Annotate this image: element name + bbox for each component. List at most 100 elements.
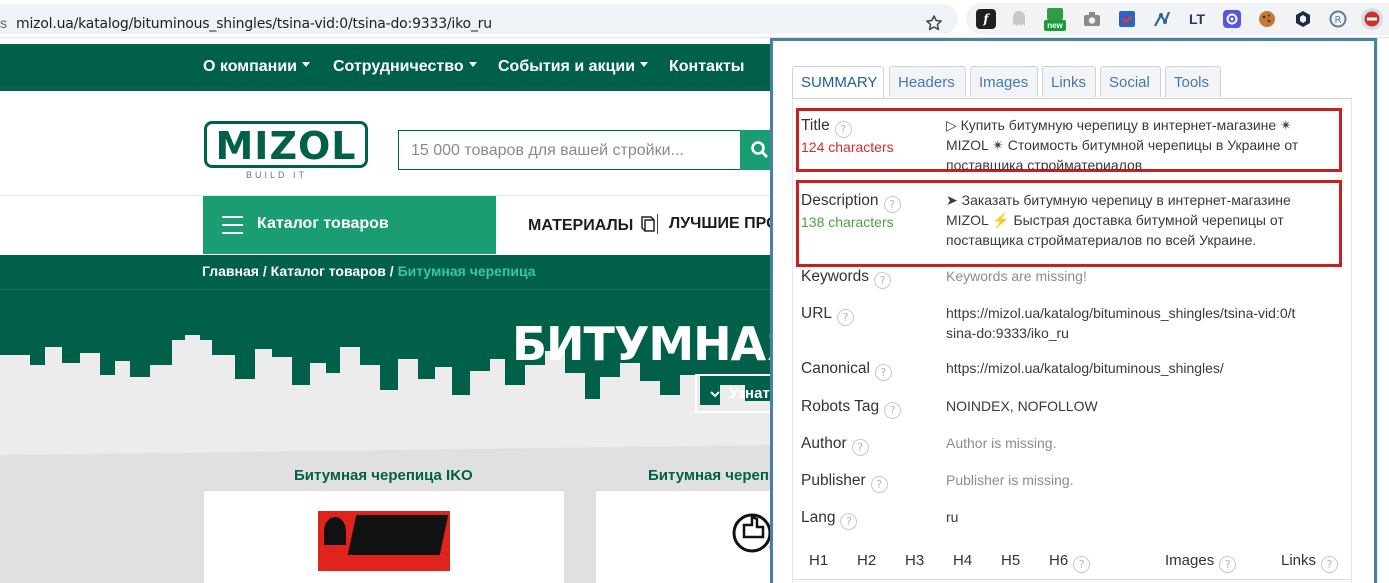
lang-value: ru xyxy=(946,509,959,525)
r-icon[interactable]: R xyxy=(1328,9,1348,29)
publisher-label: Publisher? xyxy=(801,472,888,493)
heading-h3: H3 xyxy=(905,552,925,569)
card-title-iko[interactable]: Битумная черепица IKO xyxy=(294,467,473,484)
hero-banner: Главная / Каталог товаров / Битумная чер… xyxy=(0,255,775,583)
breadcrumb-divider xyxy=(0,289,775,290)
search-input[interactable]: 15 000 товаров для вашей стройки... xyxy=(398,130,740,170)
cookie-icon[interactable] xyxy=(1257,9,1277,29)
help-icon[interactable]: ? xyxy=(870,476,888,493)
card-title-second[interactable]: Битумная черепица xyxy=(648,467,775,484)
tab-headers[interactable]: Headers xyxy=(889,66,966,97)
seo-ext-icon[interactable] xyxy=(1360,7,1384,31)
help-icon[interactable]: ? xyxy=(851,439,869,456)
svg-text:R: R xyxy=(1335,15,1342,26)
heading-h5: H5 xyxy=(1001,552,1021,569)
site-logo[interactable]: MIZOL xyxy=(204,121,368,168)
ghost-icon[interactable] xyxy=(1009,9,1029,29)
help-icon[interactable]: ? xyxy=(1321,556,1339,573)
publisher-value: Publisher is missing. xyxy=(946,472,1074,488)
breadcrumb-home[interactable]: Главная xyxy=(202,263,259,279)
nav-about[interactable]: О компании xyxy=(203,58,310,76)
product-card-second[interactable] xyxy=(595,490,775,583)
images-count-label: Images? xyxy=(1165,552,1237,573)
keywords-label: Keywords? xyxy=(801,268,892,289)
cube-icon[interactable] xyxy=(1293,9,1313,29)
search-icon xyxy=(751,141,768,158)
page-scrollbar[interactable] xyxy=(1377,38,1389,583)
help-icon[interactable]: ? xyxy=(1073,556,1091,573)
bookmark-star-icon[interactable] xyxy=(924,13,944,33)
tab-links[interactable]: Links xyxy=(1042,66,1096,97)
new-badge: new xyxy=(1044,20,1066,31)
menu-materials[interactable]: МАТЕРИАЛЫ xyxy=(528,215,657,235)
heading-h1: H1 xyxy=(809,552,829,569)
hero-title: БИТУМНАЯ xyxy=(512,317,775,371)
robots-label: Robots Tag? xyxy=(801,398,902,419)
extensions-bar: f new LT R xyxy=(966,0,1389,38)
help-icon[interactable]: ? xyxy=(874,364,892,381)
links-count-label: Links? xyxy=(1281,552,1339,573)
headings-divider xyxy=(793,579,1351,580)
hamburger-icon xyxy=(222,216,243,234)
tab-social[interactable]: Social xyxy=(1100,66,1161,97)
help-icon[interactable]: ? xyxy=(874,272,892,289)
lt-icon[interactable]: LT xyxy=(1187,9,1207,29)
nav-cooperation[interactable]: Сотрудничество xyxy=(333,58,477,76)
learn-more-button[interactable]: Узнат xyxy=(695,374,775,413)
nav-contacts[interactable]: Контакты xyxy=(669,58,744,76)
breadcrumb: Главная / Каталог товаров / Битумная чер… xyxy=(202,263,536,279)
logo-subtitle: BUILD IT xyxy=(246,170,308,180)
url-value[interactable]: https://mizol.ua/katalog/bituminous_shin… xyxy=(946,303,1296,343)
help-icon[interactable]: ? xyxy=(834,121,852,138)
canonical-value[interactable]: https://mizol.ua/katalog/bituminous_shin… xyxy=(946,358,1331,378)
top-navigation: О компании Сотрудничество События и акци… xyxy=(0,44,775,91)
tab-images[interactable]: Images xyxy=(970,66,1038,97)
description-char-count: 138 characters xyxy=(801,214,894,230)
catalog-label: Каталог товаров xyxy=(257,215,389,232)
menu-best[interactable]: ЛУЧШИЕ ПРО xyxy=(669,215,775,233)
search-placeholder: 15 000 товаров для вашей стройки... xyxy=(411,142,684,159)
website-page: О компании Сотрудничество События и акци… xyxy=(0,38,775,583)
extensions-pill xyxy=(966,3,1389,35)
new-ext-icon[interactable]: new xyxy=(1044,8,1066,32)
gear-badge-icon[interactable] xyxy=(1222,9,1242,29)
description-value: ➤ Заказать битумную черепицу в интернет-… xyxy=(946,192,1291,248)
todo-icon[interactable] xyxy=(1117,9,1137,29)
heading-h2: H2 xyxy=(857,552,877,569)
iko-logo xyxy=(318,511,450,571)
url-label: URL? xyxy=(801,305,855,326)
title-value: ▷ Купить битумную черепицу в интернет-ма… xyxy=(946,117,1299,171)
author-value: Author is missing. xyxy=(946,435,1057,451)
chevron-down-icon xyxy=(710,391,720,398)
graph-icon[interactable] xyxy=(1152,9,1172,29)
help-icon[interactable]: ? xyxy=(840,513,858,530)
lang-label: Lang? xyxy=(801,509,858,530)
logo-text: MIZOL xyxy=(215,124,357,168)
keywords-value: Keywords are missing! xyxy=(946,268,1087,284)
breadcrumb-current: Битумная черепица xyxy=(397,263,536,279)
tab-summary[interactable]: SUMMARY xyxy=(792,66,884,99)
title-char-count: 124 characters xyxy=(801,139,894,155)
help-icon[interactable]: ? xyxy=(837,309,855,326)
breadcrumb-catalog[interactable]: Каталог товаров xyxy=(271,263,386,279)
nav-events[interactable]: События и акции xyxy=(498,58,649,76)
camera-icon[interactable] xyxy=(1082,9,1102,29)
fx-icon[interactable]: f xyxy=(976,9,996,29)
help-icon[interactable]: ? xyxy=(883,196,901,213)
book-icon xyxy=(641,216,655,232)
url-prefix-fragment: s xyxy=(0,15,7,31)
help-icon[interactable]: ? xyxy=(1219,556,1237,573)
chevron-down-icon xyxy=(301,62,310,68)
product-card-iko[interactable] xyxy=(203,490,565,583)
tab-tools[interactable]: Tools xyxy=(1165,66,1221,97)
title-label: Title? xyxy=(801,117,852,138)
address-bar[interactable]: s mizol.ua/katalog/bituminous_shingles/t… xyxy=(0,4,958,34)
help-icon[interactable]: ? xyxy=(884,402,902,419)
url-text[interactable]: mizol.ua/katalog/bituminous_shingles/tsi… xyxy=(16,16,492,32)
canonical-label: Canonical? xyxy=(801,360,892,381)
chevron-down-icon xyxy=(640,62,649,68)
menu-divider xyxy=(657,214,658,234)
catalog-menu-button[interactable]: Каталог товаров xyxy=(203,196,496,254)
seo-extension-panel: SUMMARY Headers Images Links Social Tool… xyxy=(770,38,1377,583)
robots-value: NOINDEX, NOFOLLOW xyxy=(946,398,1098,414)
